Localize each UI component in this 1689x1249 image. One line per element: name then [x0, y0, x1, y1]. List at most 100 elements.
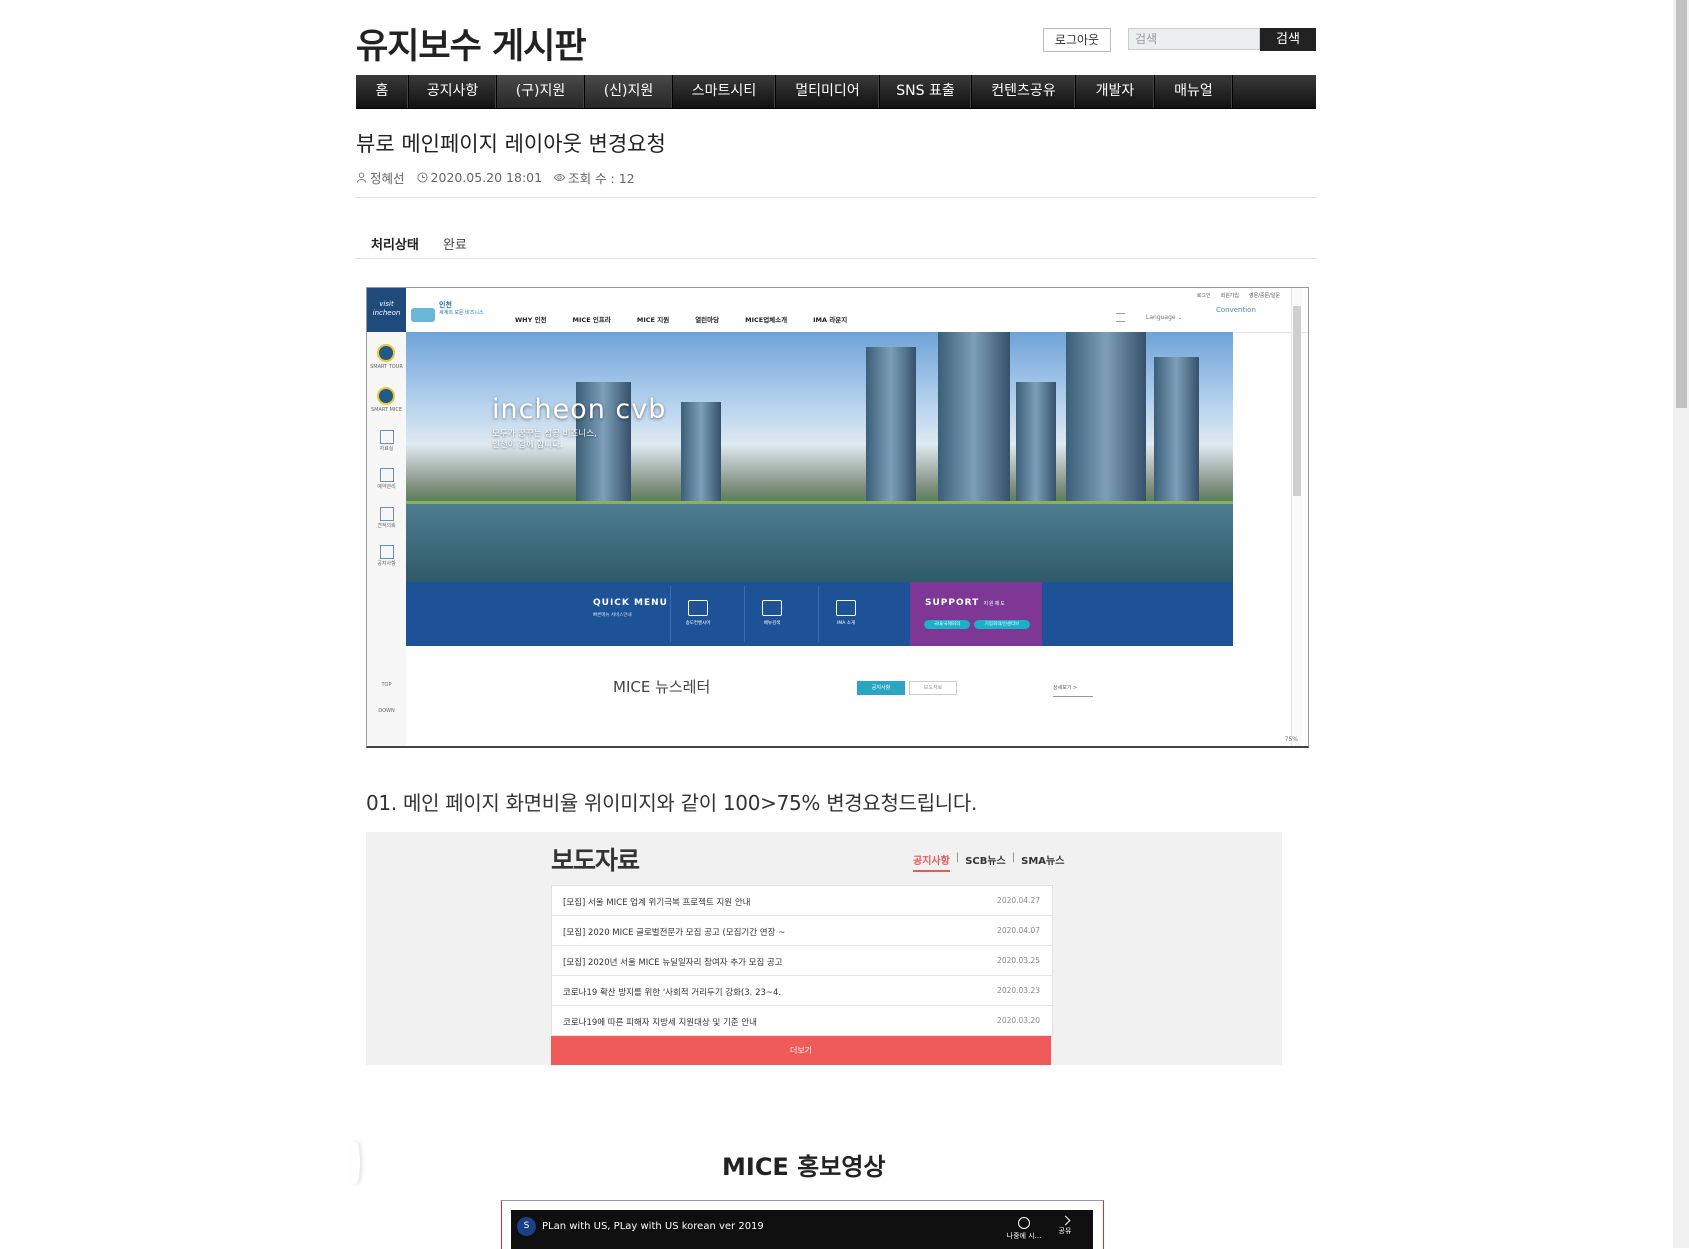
support-sub: 지원제도 — [983, 601, 1006, 607]
separator — [744, 586, 745, 642]
reservation-icon — [380, 468, 394, 482]
shot-menu-item: IMA 라운지 — [813, 316, 848, 324]
channel-avatar[interactable]: S — [517, 1217, 536, 1236]
tab-separator: | — [955, 852, 960, 863]
meta-date: 2020.05.20 18:01 — [416, 168, 542, 187]
meta-views: 조회 수 : 12 — [554, 168, 635, 187]
list-item-title: [모집] 2020년 서울 MICE 뉴딜일자리 참여자 추가 모집 공고 — [563, 958, 783, 968]
zoom-level: 75% — [1284, 736, 1298, 743]
tab-separator: | — [1011, 852, 1016, 863]
convensia-icon — [688, 600, 708, 616]
sidebar-label: SMART TOUR — [370, 364, 403, 370]
post-meta: 정혜선 2020.05.20 18:01 조회 수 : 12 — [356, 168, 635, 187]
shot-top-link: 영문/중문/일문 — [1249, 293, 1280, 299]
ima-icon — [836, 600, 856, 616]
search-input[interactable] — [1128, 28, 1260, 50]
nav-item-home[interactable]: 홈 — [356, 75, 409, 108]
hero-sub-line: 모두가 꿈꾸는 성공 비즈니스, — [492, 429, 597, 439]
list-item-title: 코로나19 확산 방지를 위한 '사회적 거리두기 강화(3. 23~4. — [563, 988, 782, 998]
sidebar-label: 견적의뢰 — [377, 523, 396, 529]
building — [866, 347, 916, 512]
nav-item-content-share[interactable]: 컨텐츠공유 — [972, 75, 1076, 108]
share-button[interactable]: 공유 — [1045, 1215, 1085, 1236]
nav-item-new-support[interactable]: (신)지원 — [585, 75, 673, 108]
shot-top-link: 로그인 — [1196, 293, 1211, 299]
clock-icon — [416, 172, 428, 183]
quick-menu-sub: 빠른메뉴 서비스안내 — [593, 613, 632, 618]
building — [681, 402, 721, 512]
support-box: SUPPORT 지원제도 국내/국제회의 기업회의/인센티브 — [910, 582, 1042, 646]
visit-incheon-logo: visit incheon — [367, 288, 406, 332]
hero-subtitle: 모두가 꿈꾸는 성공 비즈니스, 인천이 함께 합니다. — [492, 429, 597, 451]
divider — [1053, 696, 1093, 697]
video-player[interactable]: S PLan with US, PLay with US korean ver … — [511, 1210, 1093, 1249]
video-embed[interactable]: S PLan with US, PLay with US korean ver … — [501, 1200, 1104, 1249]
list-item-title: 코로나19에 따른 피해자 지방세 지원대상 및 기준 안내 — [563, 1018, 757, 1028]
request-text: 01. 메인 페이지 화면비율 위이미지와 같이 100>75% 변경요청드립니… — [366, 791, 978, 815]
shot-menu: WHY 인천 MICE 인프라 MICE 지원 열린마당 MICE업체소개 IM… — [515, 314, 847, 324]
hamburger-icon — [1116, 313, 1125, 322]
logout-button[interactable]: 로그아웃 — [1043, 28, 1111, 52]
list-item-title: [모집] 2020 MICE 글로벌전문가 모집 공고 (모집기간 연장 ~ — [563, 928, 786, 938]
building — [1154, 357, 1199, 512]
quick-menu-title: QUICK MENU — [593, 598, 668, 608]
meta-author: 정혜선 — [356, 168, 405, 187]
nav-item-multimedia[interactable]: 멀티미디어 — [776, 75, 880, 108]
site-title[interactable]: 유지보수 게시판 — [356, 18, 587, 69]
list-item: [모집] 2020년 서울 MICE 뉴딜일자리 참여자 추가 모집 공고 20… — [552, 946, 1052, 976]
user-icon — [356, 172, 367, 183]
smart-mice-icon — [377, 387, 395, 405]
search-button[interactable]: 검색 — [1260, 28, 1316, 51]
video-heading: MICE 홍보영상 — [722, 1153, 886, 1181]
nav-item-old-support[interactable]: (구)지원 — [497, 75, 585, 108]
page-scroll-thumb[interactable] — [1676, 0, 1687, 408]
quick-item-venue: 베뉴검색 — [749, 600, 795, 626]
incheon-brand-logo: 인천 세계의 모든 비즈니스 — [411, 298, 491, 326]
main-nav: 홈 공지사항 (구)지원 (신)지원 스마트시티 멀티미디어 SNS 표출 컨텐… — [356, 75, 1316, 109]
clock-icon — [1018, 1217, 1030, 1229]
nav-item-notice[interactable]: 공지사항 — [409, 75, 497, 108]
shot-menu-item: MICE 인프라 — [572, 316, 611, 324]
list-item: 코로나19 확산 방지를 위한 '사회적 거리두기 강화(3. 23~4. 20… — [552, 976, 1052, 1006]
status-label: 처리상태 — [371, 238, 419, 253]
status-value: 완료 — [443, 238, 467, 253]
video-title[interactable]: PLan with US, PLay with US korean ver 20… — [542, 1221, 764, 1232]
nav-item-smart-city[interactable]: 스마트시티 — [673, 75, 776, 108]
list-item-date: 2020.04.27 — [997, 896, 1040, 905]
shot-top-link: 회원가입 — [1220, 293, 1240, 299]
newsletter-section: MICE 뉴스레터 공지사항 보도자료 상세보기 > — [406, 646, 1308, 746]
press-title: 보도자료 — [551, 846, 640, 875]
post-title: 뷰로 메인페이지 레이아웃 변경요청 — [356, 132, 666, 156]
nav-item-sns[interactable]: SNS 표출 — [880, 75, 972, 108]
shot-menu-item: MICE 지원 — [636, 316, 670, 324]
watch-later-button[interactable]: 나중에 시... — [1004, 1217, 1044, 1241]
shot-menu-item: WHY 인천 — [515, 316, 547, 324]
press-more-button: 더보기 — [551, 1036, 1051, 1065]
building — [1016, 382, 1056, 512]
support-title: SUPPORT 지원제도 — [925, 598, 1006, 608]
separator — [818, 586, 819, 642]
quick-item-ima: IMA 소개 — [823, 600, 869, 626]
post-author: 정혜선 — [370, 171, 405, 186]
shot-scrollbar — [1291, 288, 1302, 746]
sidebar-down: DOWN — [378, 708, 395, 714]
brand-sub: 세계의 모든 비즈니스 — [439, 310, 484, 316]
watch-later-label: 나중에 시... — [1006, 1232, 1042, 1240]
support-title-text: SUPPORT — [925, 598, 980, 608]
status-row: 처리상태 완료 — [356, 228, 1316, 259]
newsletter-tab-press: 보도자료 — [909, 681, 957, 695]
shot-scroll-thumb — [1293, 306, 1301, 496]
convention-logo: Convention — [1216, 306, 1256, 314]
newsletter-tab-notice: 공지사항 — [857, 681, 905, 695]
nav-item-developer[interactable]: 개발자 — [1076, 75, 1155, 108]
quote-icon — [380, 507, 394, 521]
building — [938, 332, 1010, 512]
list-item-date: 2020.04.07 — [997, 926, 1040, 935]
press-tab-sma: SMA뉴스 — [1021, 856, 1065, 867]
page-scrollbar[interactable] — [1673, 0, 1689, 1248]
list-item: 코로나19에 따른 피해자 지방세 지원대상 및 기준 안내 2020.03.2… — [552, 1006, 1052, 1036]
shot-menu-item: 열린마당 — [695, 316, 720, 324]
list-item-date: 2020.03.25 — [997, 956, 1040, 965]
nav-item-manual[interactable]: 매뉴얼 — [1155, 75, 1233, 108]
quick-item-label: IMA 소개 — [837, 621, 855, 626]
